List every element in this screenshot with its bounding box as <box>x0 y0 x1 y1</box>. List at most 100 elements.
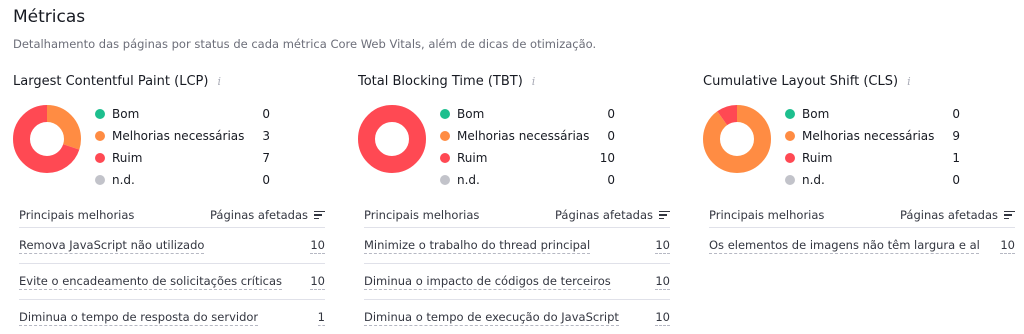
legend-item-na: n.d. 0 <box>95 169 270 191</box>
legend-item-good: Bom 0 <box>785 103 960 125</box>
good-dot-icon <box>95 109 105 119</box>
na-dot-icon <box>785 175 795 185</box>
info-icon[interactable]: i <box>532 75 546 88</box>
metric-title: Total Blocking Time (TBT) <box>358 73 523 89</box>
legend-label: Bom <box>112 107 140 121</box>
legend-item-good: Bom 0 <box>95 103 270 125</box>
table-header: Principais melhorias Páginas afetadas <box>709 203 1015 227</box>
legend-label: Ruim <box>112 151 143 165</box>
metric-panel-tbt: Total Blocking Time (TBT) i Bom 0 Melhori… <box>358 70 670 326</box>
column-header-pages: Páginas afetadas <box>554 208 653 222</box>
metric-title: Largest Contentful Paint (LCP) <box>13 73 209 89</box>
status-donut-chart <box>703 105 771 173</box>
legend-value: 0 <box>262 173 270 187</box>
legend-label: n.d. <box>802 173 825 187</box>
legend-item-needs-improvement: Melhorias necessárias 3 <box>95 125 270 147</box>
legend-item-na: n.d. 0 <box>440 169 615 191</box>
sort-pages-button[interactable]: Páginas afetadas <box>900 208 1015 222</box>
metric-panel-lcp: Largest Contentful Paint (LCP) i Bom 0 Me… <box>13 70 325 326</box>
legend-label: Bom <box>802 107 830 121</box>
table-row: Diminua o tempo de resposta do servidor 1 <box>19 299 325 334</box>
legend-item-poor: Ruim 10 <box>440 147 615 169</box>
legend-item-poor: Ruim 1 <box>785 147 960 169</box>
legend-item-needs-improvement: Melhorias necessárias 0 <box>440 125 615 147</box>
good-dot-icon <box>440 109 450 119</box>
status-legend: Bom 0 Melhorias necessárias 9 Ruim 1 n.d. 0 <box>785 103 960 191</box>
table-row: Remova JavaScript não utilizado 10 <box>19 227 325 263</box>
legend-label: Ruim <box>802 151 833 165</box>
legend-item-good: Bom 0 <box>440 103 615 125</box>
legend-value: 7 <box>262 151 270 165</box>
legend-value: 1 <box>952 151 960 165</box>
donut-slice-poor[interactable] <box>358 105 426 173</box>
table-row: Diminua o impacto de códigos de terceiro… <box>364 263 670 299</box>
improvement-link[interactable]: Diminua o impacto de códigos de terceiro… <box>364 274 611 290</box>
improvement-link[interactable]: Os elementos de imagens não têm largura … <box>709 238 979 254</box>
table-row: Evite o encadeamento de solicitações crí… <box>19 263 325 299</box>
column-header-pages: Páginas afetadas <box>899 208 998 222</box>
affected-pages-count[interactable]: 10 <box>1000 238 1015 254</box>
table-row: Minimize o trabalho do thread principal 1… <box>364 227 670 263</box>
poor-dot-icon <box>785 153 795 163</box>
needs-improvement-dot-icon <box>440 131 450 141</box>
na-dot-icon <box>95 175 105 185</box>
poor-dot-icon <box>440 153 450 163</box>
status-legend: Bom 0 Melhorias necessárias 3 Ruim 7 n.d. 0 <box>95 103 270 191</box>
metric-title: Cumulative Layout Shift (CLS) <box>703 73 899 89</box>
legend-value: 3 <box>262 129 270 143</box>
legend-value: 9 <box>952 129 960 143</box>
legend-item-na: n.d. 0 <box>785 169 960 191</box>
status-donut-chart <box>358 105 426 173</box>
improvements-table: Principais melhorias Páginas afetadas Re… <box>19 203 325 334</box>
poor-dot-icon <box>95 153 105 163</box>
table-row: Diminua o tempo de execução do JavaScrip… <box>364 299 670 334</box>
improvement-link[interactable]: Diminua o tempo de execução do JavaScrip… <box>364 310 619 326</box>
affected-pages-count[interactable]: 10 <box>655 310 670 326</box>
affected-pages-count[interactable]: 10 <box>310 274 325 290</box>
status-donut-chart <box>13 105 81 173</box>
sort-icon <box>1004 210 1015 220</box>
needs-improvement-dot-icon <box>95 131 105 141</box>
legend-label: Melhorias necessárias <box>457 129 590 143</box>
legend-item-poor: Ruim 7 <box>95 147 270 169</box>
column-header-improvements: Principais melhorias <box>364 208 480 222</box>
legend-value: 0 <box>262 107 270 121</box>
page-title: Métricas <box>13 7 86 27</box>
legend-label: Melhorias necessárias <box>802 129 935 143</box>
table-row: Os elementos de imagens não têm largura … <box>709 227 1015 263</box>
table-header: Principais melhorias Páginas afetadas <box>19 203 325 227</box>
needs-improvement-dot-icon <box>785 131 795 141</box>
improvement-link[interactable]: Minimize o trabalho do thread principal <box>364 238 591 254</box>
affected-pages-count[interactable]: 10 <box>655 238 670 254</box>
legend-label: Bom <box>457 107 485 121</box>
affected-pages-count[interactable]: 10 <box>310 238 325 254</box>
improvement-link[interactable]: Diminua o tempo de resposta do servidor <box>19 310 259 326</box>
sort-pages-button[interactable]: Páginas afetadas <box>210 208 325 222</box>
legend-value: 0 <box>607 173 615 187</box>
legend-value: 0 <box>952 107 960 121</box>
page-subtitle: Detalhamento das páginas por status de c… <box>13 37 597 51</box>
column-header-pages: Páginas afetadas <box>209 208 308 222</box>
info-icon[interactable]: i <box>217 75 231 88</box>
legend-value: 0 <box>607 107 615 121</box>
legend-label: n.d. <box>457 173 480 187</box>
affected-pages-count[interactable]: 10 <box>655 274 670 290</box>
sort-pages-button[interactable]: Páginas afetadas <box>555 208 670 222</box>
good-dot-icon <box>785 109 795 119</box>
column-header-improvements: Principais melhorias <box>19 208 135 222</box>
legend-value: 0 <box>952 173 960 187</box>
metric-panel-cls: Cumulative Layout Shift (CLS) i Bom 0 Mel… <box>703 70 1015 254</box>
legend-value: 0 <box>607 129 615 143</box>
status-legend: Bom 0 Melhorias necessárias 0 Ruim 10 n.d. 0 <box>440 103 615 191</box>
column-header-improvements: Principais melhorias <box>709 208 825 222</box>
affected-pages-count[interactable]: 1 <box>317 310 325 326</box>
table-header: Principais melhorias Páginas afetadas <box>364 203 670 227</box>
sort-icon <box>314 210 325 220</box>
info-icon[interactable]: i <box>907 75 921 88</box>
improvement-link[interactable]: Evite o encadeamento de solicitações crí… <box>19 274 283 290</box>
legend-label: Melhorias necessárias <box>112 129 245 143</box>
improvement-link[interactable]: Remova JavaScript não utilizado <box>19 238 205 254</box>
sort-icon <box>659 210 670 220</box>
improvements-table: Principais melhorias Páginas afetadas Mi… <box>364 203 670 334</box>
legend-label: Ruim <box>457 151 488 165</box>
